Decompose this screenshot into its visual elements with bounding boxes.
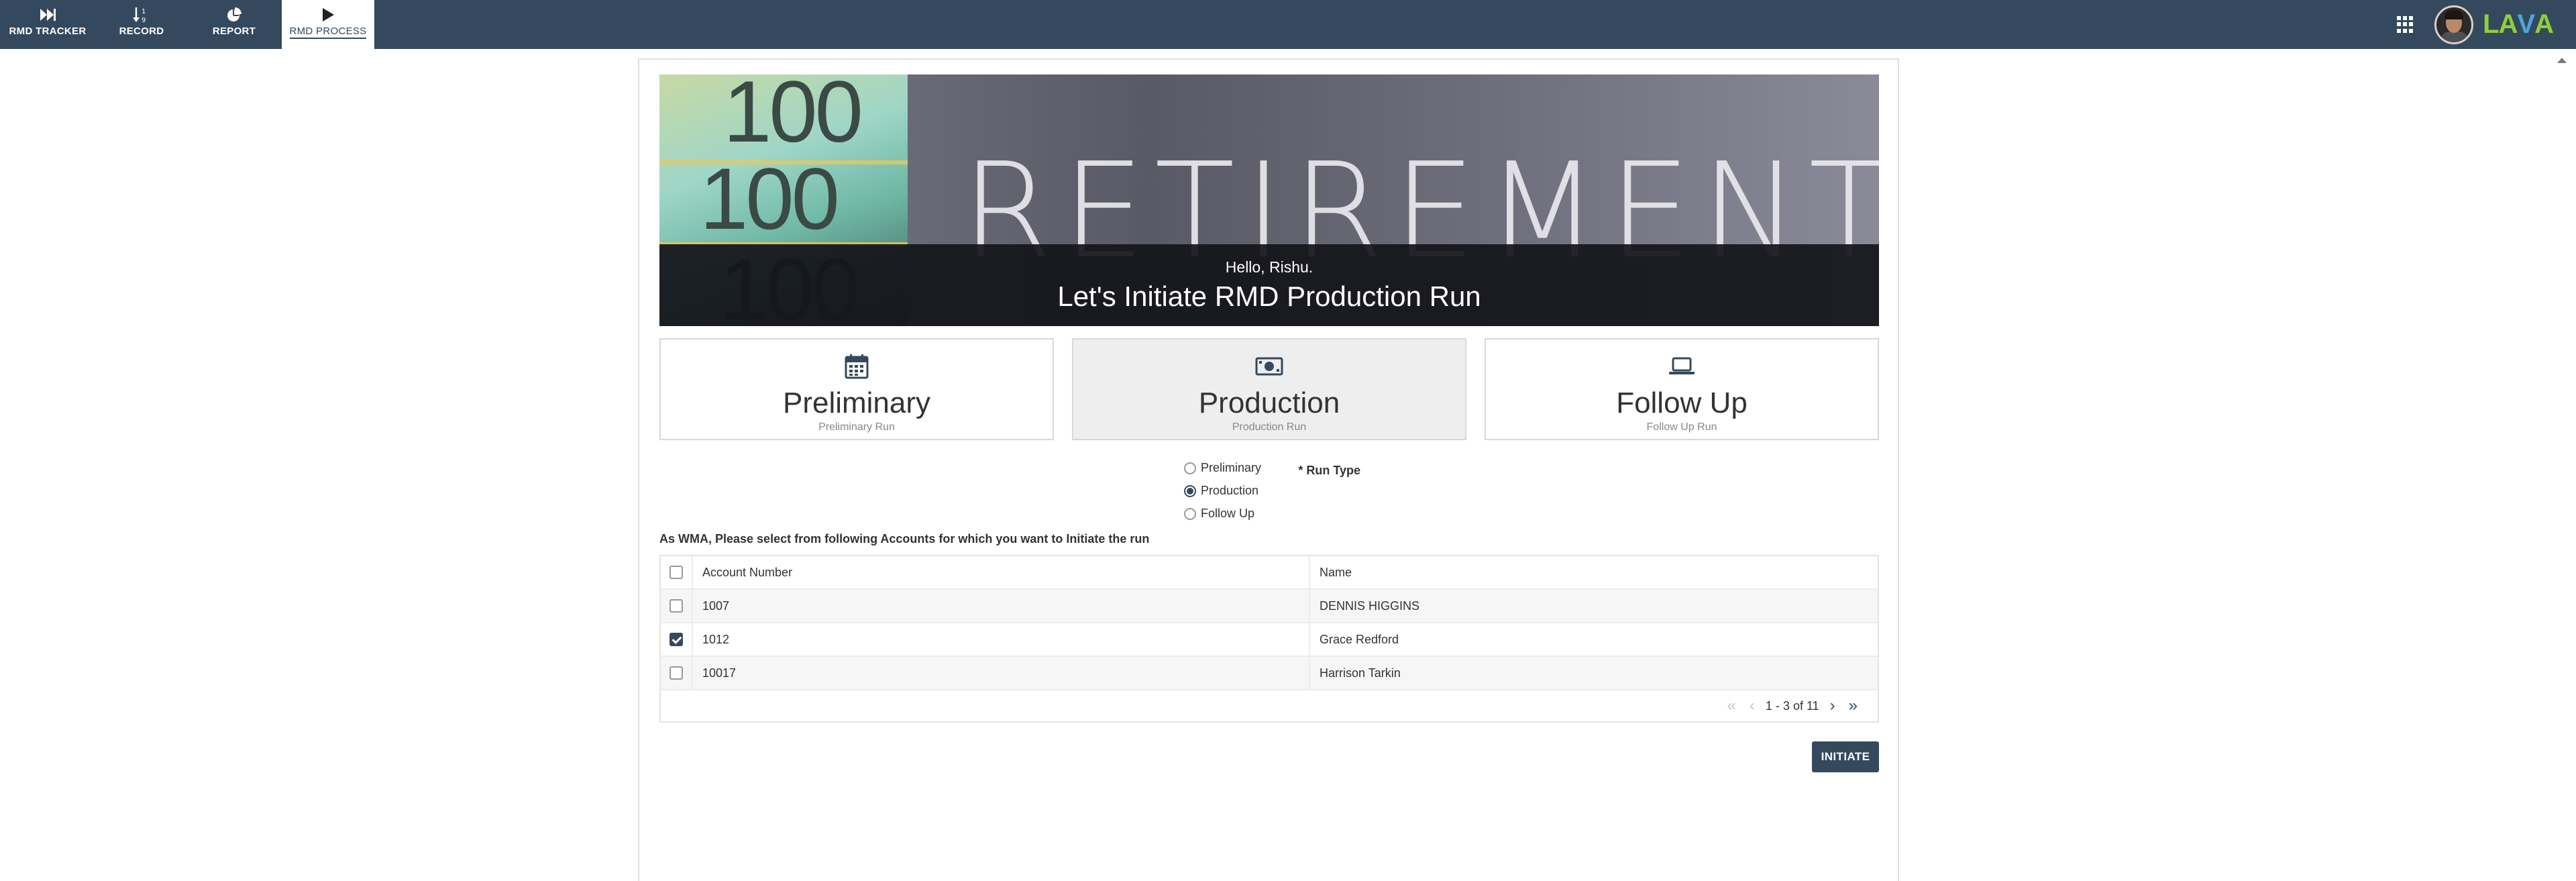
radio-preliminary[interactable]: Preliminary [1184,461,1261,475]
scroll-up-arrow-icon[interactable] [2557,58,2567,63]
phase-card-preliminary[interactable]: Preliminary Preliminary Run [659,338,1054,440]
table-header-row: Account Number Name [661,556,1878,590]
pagination: « ‹ 1 - 3 of 11 › » [661,690,1878,721]
instruction-text: As WMA, Please select from following Acc… [659,532,1150,546]
svg-text:1: 1 [142,8,146,15]
banner-caption: Hello, Rishu. Let's Initiate RMD Product… [659,244,1879,326]
radio-label: Follow Up [1201,507,1255,520]
svg-text:9: 9 [142,17,146,23]
phase-card-follow-up[interactable]: Follow Up Follow Up Run [1485,338,1879,440]
prev-page-icon[interactable]: ‹ [1750,698,1755,714]
table-row[interactable]: 10017 Harrison Tarkin [661,657,1878,690]
page-headline: Let's Initiate RMD Production Run [1057,280,1481,312]
row-checkbox[interactable] [669,633,683,646]
main-card: 100 100 100 RETIREMENT Hello, Rishu. Let… [638,58,1899,881]
nav-item-rmd-tracker[interactable]: RMD TRACKER [1,0,94,49]
nav-item-label: REPORT [212,25,256,37]
phase-title: Preliminary [782,386,931,419]
radio-button[interactable] [1184,507,1196,520]
play-icon [321,0,335,24]
apps-grid-icon[interactable] [2397,15,2414,34]
radio-follow-up[interactable]: Follow Up [1184,507,1254,521]
nav-item-rmd-process[interactable]: RMD PROCESS [282,0,374,49]
money-icon [1255,353,1283,380]
pie-chart-icon [226,0,242,24]
radio-button[interactable] [1184,462,1196,474]
first-page-icon[interactable]: « [1727,698,1736,714]
phase-subtitle: Production Run [1232,421,1307,433]
nav-item-label: RMD TRACKER [9,25,87,37]
account-number-cell: 10017 [693,657,1310,689]
name-cell: DENNIS HIGGINS [1320,599,1420,613]
row-checkbox[interactable] [669,599,683,613]
phase-subtitle: Follow Up Run [1646,421,1717,433]
name-cell: Grace Redford [1320,632,1399,646]
pagination-text: 1 - 3 of 11 [1765,698,1819,713]
account-number-cell: 1007 [693,590,1310,622]
laptop-icon [1668,353,1696,380]
top-navigation-bar: RMD TRACKER 19 RECORD REPORT RMD PROCESS… [0,0,2576,49]
last-page-icon[interactable]: » [1849,698,1858,714]
next-page-icon[interactable]: › [1830,698,1835,714]
nav-item-label: RECORD [119,25,164,37]
nav-item-label: RMD PROCESS [289,25,367,39]
accounts-table: Account Number Name 1007 DENNIS HIGGINS … [659,555,1879,723]
column-header-account[interactable]: Account Number [693,556,1310,588]
table-row[interactable]: 1007 DENNIS HIGGINS [661,590,1878,623]
phase-title: Follow Up [1616,386,1748,419]
radio-button[interactable] [1184,484,1196,497]
retirement-banner: 100 100 100 RETIREMENT Hello, Rishu. Let… [659,74,1879,326]
greeting-text: Hello, Rishu. [1225,258,1313,276]
calendar-icon [845,353,869,380]
table-row[interactable]: 1012 Grace Redford [661,623,1878,657]
phase-title: Production [1198,386,1340,419]
initiate-button[interactable]: INITIATE [1812,741,1879,772]
account-number-cell: 1012 [693,623,1310,656]
name-cell: Harrison Tarkin [1320,666,1401,680]
nav-item-record[interactable]: 19 RECORD [95,0,188,49]
radio-production[interactable]: Production [1184,484,1258,498]
phase-cards: Preliminary Preliminary Run Production P… [659,338,1879,440]
user-avatar[interactable] [2434,5,2474,44]
radio-label: Preliminary [1201,461,1262,474]
phase-subtitle: Preliminary Run [818,421,895,433]
sort-icon: 19 [133,0,150,24]
column-header-name[interactable]: Name [1310,556,1878,588]
app-logo: LAVA [2483,9,2554,39]
nav-item-report[interactable]: REPORT [188,0,280,49]
row-checkbox[interactable] [669,666,683,680]
radio-label: Production [1201,484,1259,497]
select-all-checkbox[interactable] [669,566,683,579]
nav-right-area: LAVA [2397,0,2576,49]
fast-forward-icon [39,0,56,24]
phase-card-production[interactable]: Production Production Run [1072,338,1466,440]
